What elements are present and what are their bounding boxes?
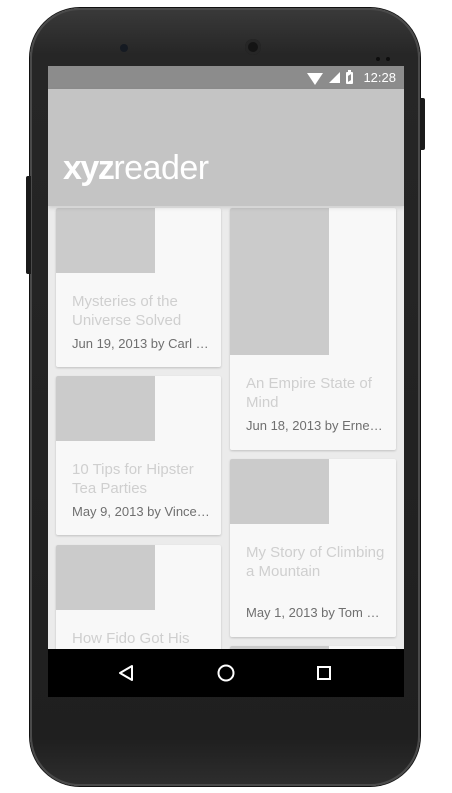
article-card[interactable]: An Empire State of Mind Jun 18, 2013 by … [230, 208, 396, 450]
article-card[interactable]: Mysteries of the Universe Solved Jun 19,… [56, 208, 221, 367]
screen: 12:28 xyzreader Mysteries of the Univers… [48, 66, 404, 697]
article-meta: Jun 19, 2013 by Carl Sagan [72, 336, 211, 351]
proximity-sensor [376, 46, 396, 65]
app-bar: xyzreader [48, 89, 404, 206]
wifi-icon [307, 72, 324, 85]
status-bar: 12:28 [48, 66, 404, 89]
article-title: 10 Tips for Hipster Tea Parties [72, 461, 194, 497]
home-icon [217, 664, 235, 682]
article-card[interactable]: My Story of Climbing a Mountain May 1, 2… [230, 459, 396, 637]
article-title: An Empire State of Mind [246, 375, 372, 411]
earpiece-speaker [245, 39, 261, 55]
article-thumbnail [56, 376, 155, 441]
app-logo: xyzreader [63, 151, 209, 185]
home-button[interactable] [196, 649, 256, 697]
article-meta: Jun 18, 2013 by Ernest Hemingway [246, 418, 386, 433]
recents-button[interactable] [294, 649, 354, 697]
article-title: Mysteries of the Universe Solved [72, 293, 182, 329]
status-time: 12:28 [363, 70, 396, 85]
article-thumbnail [56, 208, 155, 273]
article-meta: May 9, 2013 by Vincent van Gogh [72, 504, 211, 519]
article-card[interactable]: How Fido Got His [56, 545, 221, 649]
article-grid[interactable]: Mysteries of the Universe Solved Jun 19,… [48, 206, 404, 649]
back-button[interactable] [96, 649, 156, 697]
article-title: My Story of Climbing a Mountain [246, 544, 385, 580]
article-thumbnail [230, 459, 329, 524]
article-title: How Fido Got His [72, 630, 190, 647]
article-thumbnail [230, 208, 329, 355]
recents-icon [317, 666, 331, 680]
logo-light-text: reader [113, 149, 209, 187]
front-camera [120, 44, 128, 52]
volume-button [26, 176, 31, 274]
logo-bold-text: xyz [63, 149, 115, 187]
cell-signal-icon [329, 72, 341, 83]
navigation-bar [48, 649, 404, 697]
power-button [420, 98, 425, 150]
article-thumbnail [56, 545, 155, 610]
battery-charging-icon [346, 69, 354, 84]
article-card[interactable]: 10 Tips for Hipster Tea Parties May 9, 2… [56, 376, 221, 535]
article-meta: May 1, 2013 by Tom Sawyer [246, 605, 386, 620]
back-icon [119, 665, 133, 681]
